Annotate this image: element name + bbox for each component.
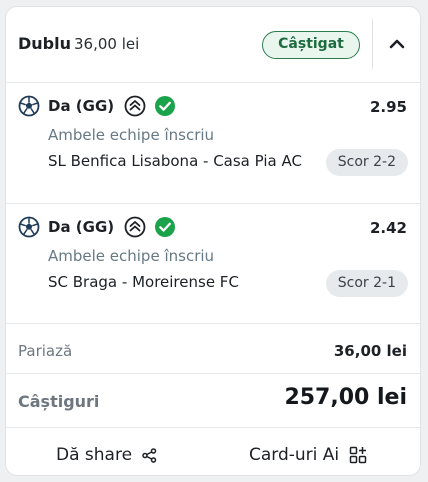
bet-slip-card: Dublu 36,00 lei Câștigat Da (GG) 2.95 Am… xyxy=(5,6,421,476)
selection-event: SL Benfica Lisabona - Casa Pia AC xyxy=(48,152,302,170)
chevron-up-icon xyxy=(389,39,405,49)
football-icon xyxy=(18,216,40,238)
divider xyxy=(6,203,420,204)
winnings-label: Câștiguri xyxy=(18,392,100,411)
share-button[interactable]: Dă share xyxy=(56,435,157,475)
bet-header: Dublu 36,00 lei Câștigat xyxy=(6,7,420,82)
cards-grid-icon xyxy=(349,446,367,464)
divider xyxy=(6,323,420,324)
share-label: Dă share xyxy=(56,445,133,465)
collapse-button[interactable] xyxy=(373,19,420,69)
status-badge: Câștigat xyxy=(262,31,360,59)
bet-builder-icon xyxy=(124,95,146,117)
share-icon xyxy=(142,447,157,463)
bet-builder-icon xyxy=(124,216,146,238)
bet-type: Dublu xyxy=(18,34,71,53)
winnings-value: 257,00 lei xyxy=(284,385,407,410)
bet-stake: 36,00 lei xyxy=(74,35,140,53)
selection-odds: 2.95 xyxy=(369,98,407,116)
selection-market: Ambele echipe înscriu xyxy=(48,126,215,144)
divider xyxy=(6,82,420,83)
score-pill: Scor 2-1 xyxy=(325,270,408,297)
stake-label: Pariază xyxy=(18,342,73,360)
divider xyxy=(6,373,420,374)
selection-item[interactable]: Da (GG) 2.42 Ambele echipe înscriu SC Br… xyxy=(6,206,420,326)
selection-odds: 2.42 xyxy=(369,219,407,237)
selection-pick: Da (GG) xyxy=(48,218,115,236)
check-circle-icon xyxy=(155,217,175,237)
football-icon xyxy=(18,95,40,117)
check-circle-icon xyxy=(155,96,175,116)
score-pill: Scor 2-2 xyxy=(325,149,408,176)
cards-button[interactable]: Card-uri Ai xyxy=(249,435,367,475)
divider xyxy=(6,427,420,428)
selection-pick: Da (GG) xyxy=(48,97,115,115)
cards-label: Card-uri Ai xyxy=(249,445,340,465)
selection-market: Ambele echipe înscriu xyxy=(48,247,215,265)
selection-item[interactable]: Da (GG) 2.95 Ambele echipe înscriu SL Be… xyxy=(6,85,420,205)
stake-value: 36,00 lei xyxy=(333,342,407,360)
selection-event: SC Braga - Moreirense FC xyxy=(48,273,239,291)
